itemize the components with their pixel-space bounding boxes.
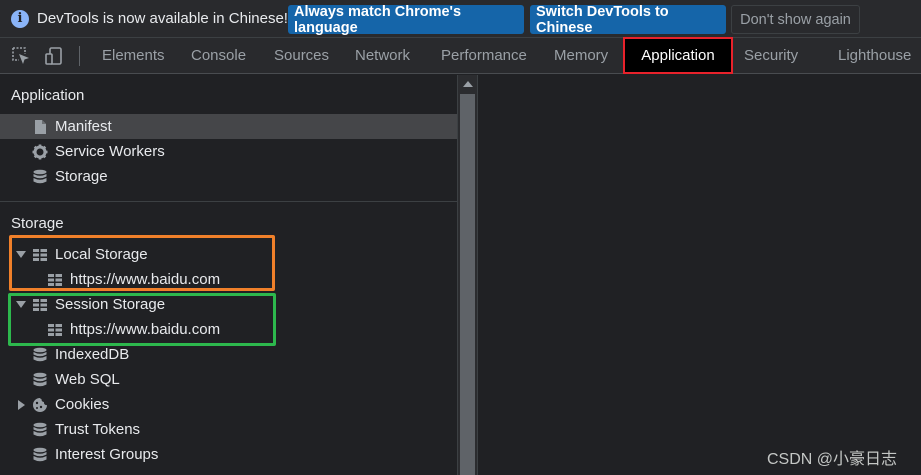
- tab-network[interactable]: Network: [355, 38, 410, 73]
- always-match-language-button[interactable]: Always match Chrome's language: [288, 4, 524, 36]
- table-icon: [33, 248, 47, 261]
- expand-arrow-icon[interactable]: [16, 301, 26, 308]
- expand-arrow-icon[interactable]: [16, 251, 26, 258]
- sidebar-item-label: Web SQL: [55, 371, 120, 388]
- sidebar-item-label: https://www.baidu.com: [70, 321, 221, 338]
- sidebar-item-label: Manifest: [55, 118, 112, 135]
- gear-icon: [32, 144, 48, 159]
- sidebar-item-local-storage-origin[interactable]: https://www.baidu.com: [0, 267, 457, 292]
- scrollbar-thumb[interactable]: [460, 94, 475, 475]
- sidebar-item-service-workers[interactable]: Service Workers: [0, 139, 457, 164]
- sidebar-item-label: Storage: [55, 168, 108, 185]
- inspect-element-icon[interactable]: [11, 46, 31, 66]
- sidebar-item-label: Trust Tokens: [55, 421, 141, 438]
- database-icon: [33, 169, 47, 183]
- sidebar-item-manifest[interactable]: Manifest: [0, 114, 457, 139]
- sidebar-item-interest-groups[interactable]: Interest Groups: [0, 442, 457, 467]
- language-infobar: i DevTools is now available in Chinese! …: [0, 0, 921, 38]
- sidebar-item-trust-tokens[interactable]: Trust Tokens: [0, 417, 457, 442]
- switch-to-chinese-button[interactable]: Switch DevTools to Chinese: [530, 4, 726, 36]
- tab-memory[interactable]: Memory: [554, 38, 608, 73]
- sidebar-item-indexeddb[interactable]: IndexedDB: [0, 342, 457, 367]
- infobar-message: DevTools is now available in Chinese!: [37, 10, 288, 27]
- sidebar-item-label: Interest Groups: [55, 446, 159, 463]
- info-icon: i: [11, 9, 29, 28]
- tab-elements[interactable]: Elements: [102, 38, 165, 73]
- tab-sources[interactable]: Sources: [274, 38, 329, 73]
- cookie-icon: [33, 397, 47, 412]
- sidebar-scrollbar[interactable]: [457, 75, 478, 475]
- sidebar-item-label: https://www.baidu.com: [70, 271, 221, 288]
- devtools-tabbar: Elements Console Sources Network Perform…: [0, 37, 921, 74]
- tab-lighthouse[interactable]: Lighthouse: [838, 38, 911, 73]
- sidebar-item-label: IndexedDB: [55, 346, 130, 363]
- scroll-up-arrow-icon[interactable]: [463, 81, 473, 87]
- sidebar-item-session-storage-origin[interactable]: https://www.baidu.com: [0, 317, 457, 342]
- sidebar-item-label: Session Storage: [55, 296, 166, 313]
- table-icon: [48, 323, 62, 336]
- application-main-panel: [479, 75, 921, 475]
- application-section-title: Application: [11, 87, 85, 104]
- database-icon: [33, 447, 47, 461]
- database-icon: [33, 372, 47, 386]
- dont-show-again-button[interactable]: Don't show again: [731, 5, 860, 34]
- table-icon: [33, 298, 47, 311]
- device-toolbar-icon[interactable]: [44, 46, 64, 66]
- sidebar-item-label: Local Storage: [55, 246, 148, 263]
- tab-performance[interactable]: Performance: [441, 38, 527, 73]
- storage-section-title: Storage: [11, 215, 64, 232]
- sidebar-item-storage[interactable]: Storage: [0, 164, 457, 189]
- toolbar-separator: [79, 46, 80, 66]
- sidebar-item-label: Service Workers: [55, 143, 165, 160]
- tab-console[interactable]: Console: [191, 38, 246, 73]
- document-icon: [35, 119, 46, 134]
- tab-application[interactable]: Application: [623, 37, 733, 74]
- sidebar-item-session-storage[interactable]: Session Storage: [0, 292, 457, 317]
- expand-arrow-icon[interactable]: [18, 400, 25, 410]
- section-divider: [0, 201, 457, 202]
- watermark: CSDN @小豪日志: [767, 451, 898, 468]
- tab-security[interactable]: Security: [744, 38, 798, 73]
- table-icon: [48, 273, 62, 286]
- sidebar-item-web-sql[interactable]: Web SQL: [0, 367, 457, 392]
- sidebar-item-label: Cookies: [55, 396, 110, 413]
- sidebar-item-cookies[interactable]: Cookies: [0, 392, 457, 417]
- sidebar-item-local-storage[interactable]: Local Storage: [0, 242, 457, 267]
- application-sidebar: Application Manifest Service Workers Sto…: [0, 75, 457, 475]
- database-icon: [33, 422, 47, 436]
- database-icon: [33, 347, 47, 361]
